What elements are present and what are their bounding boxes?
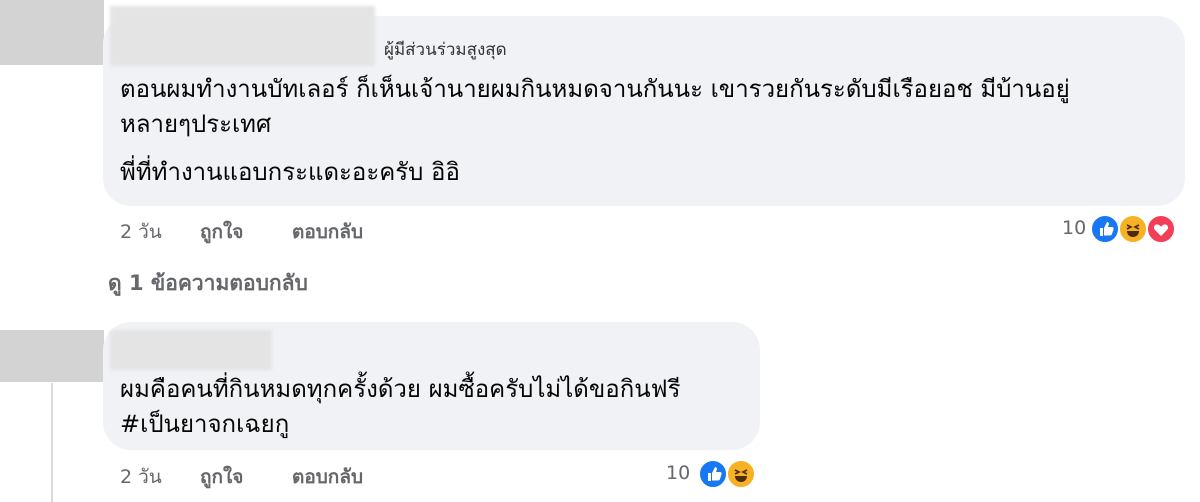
like-icon bbox=[1090, 214, 1120, 244]
haha-icon bbox=[726, 459, 756, 489]
avatar[interactable] bbox=[0, 330, 104, 382]
like-icon bbox=[698, 459, 728, 489]
avatar[interactable] bbox=[0, 0, 104, 65]
reaction-count[interactable]: 10 bbox=[666, 462, 690, 484]
love-icon bbox=[1146, 214, 1176, 244]
comment-text-line: พี่ที่ทำงานแอบกระแดะอะครับ อิอิ bbox=[120, 158, 460, 186]
comment-text-line: #เป็นยาจกเฉยกู bbox=[120, 410, 290, 438]
comment-timestamp[interactable]: 2 วัน bbox=[120, 462, 162, 492]
top-contributor-badge: ผู้มีส่วนร่วมสูงสุด bbox=[384, 40, 507, 60]
reply-button[interactable]: ตอบกลับ bbox=[292, 462, 363, 492]
thread-line bbox=[51, 383, 53, 502]
haha-icon bbox=[1118, 214, 1148, 244]
comment-timestamp[interactable]: 2 วัน bbox=[120, 217, 162, 247]
view-replies-link[interactable]: ดู 1 ข้อความตอบกลับ bbox=[108, 267, 308, 300]
comment-text-line: หลายๆประเทศ bbox=[120, 110, 272, 138]
reply-button[interactable]: ตอบกลับ bbox=[292, 217, 363, 247]
reaction-count[interactable]: 10 bbox=[1062, 217, 1086, 239]
commenter-name[interactable] bbox=[110, 330, 272, 370]
commenter-name[interactable] bbox=[110, 6, 375, 66]
like-button[interactable]: ถูกใจ bbox=[200, 462, 243, 492]
like-button[interactable]: ถูกใจ bbox=[200, 217, 243, 247]
